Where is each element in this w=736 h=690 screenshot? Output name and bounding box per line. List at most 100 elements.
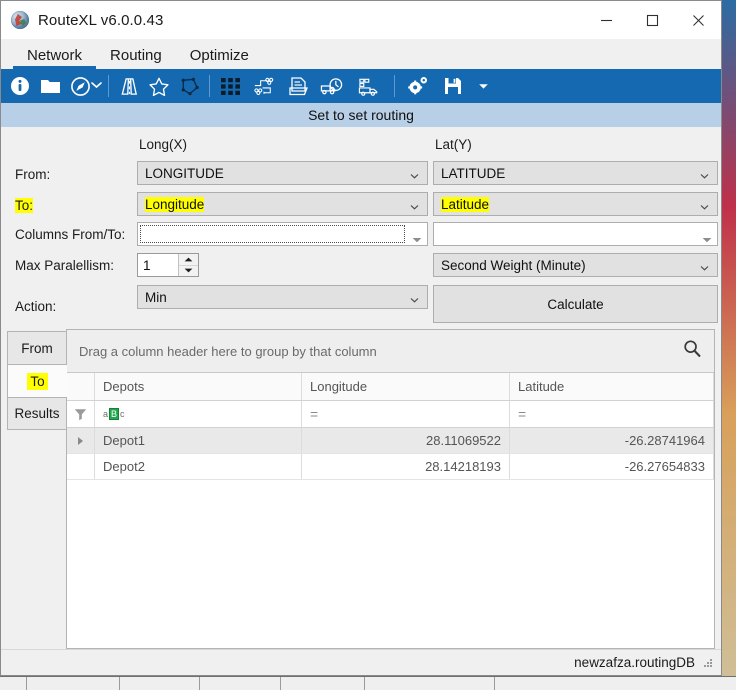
chevron-down-icon (700, 200, 709, 210)
cell-depots: Depot1 (95, 428, 302, 453)
columns-from-to-left-input[interactable] (137, 222, 428, 246)
menu-item-routing[interactable]: Routing (96, 46, 176, 69)
column-header-long: Long(X) (139, 137, 188, 152)
data-grid-area: From To Results Drag a column header her… (1, 325, 721, 649)
grid-indicator-header (67, 373, 95, 400)
menu-item-network-label: Network (27, 47, 83, 64)
to-label: To: (15, 198, 34, 213)
row-indicator (67, 454, 95, 479)
grid-tab-from-label: From (21, 340, 53, 356)
from-latitude-value: LATITUDE (441, 165, 506, 181)
to-latitude-select[interactable]: Latitude (433, 192, 718, 216)
truck-clock-icon[interactable] (313, 71, 351, 101)
chevron-down-icon (410, 169, 419, 179)
open-folder-icon[interactable] (35, 71, 65, 101)
polygon-icon[interactable] (174, 71, 204, 101)
weight-value: Second Weight (Minute) (441, 257, 586, 273)
columns-from-to-right-input[interactable] (433, 222, 718, 246)
weight-select[interactable]: Second Weight (Minute) (433, 253, 718, 277)
truck-delivery-icon[interactable] (351, 71, 389, 101)
settings-gear-icon[interactable] (400, 71, 438, 101)
grid-tab-results[interactable]: Results (7, 397, 67, 430)
panel-title-bar: Set to set routing (1, 103, 721, 127)
star-icon[interactable] (144, 71, 174, 101)
action-select[interactable]: Min (137, 285, 428, 309)
from-latitude-select[interactable]: LATITUDE (433, 161, 718, 185)
row-indicator (67, 428, 95, 453)
filter-depots[interactable]: aBc (95, 401, 302, 427)
column-header-latitude[interactable]: Latitude (510, 373, 714, 400)
chevron-down-icon (700, 169, 709, 179)
routing-form: Long(X) Lat(Y) From: LONGITUDE LATITUDE … (1, 127, 721, 325)
to-latitude-value: Latitude (441, 196, 490, 212)
data-grid: Drag a column header here to group by th… (66, 329, 715, 649)
grid-tab-to[interactable]: To (7, 364, 67, 397)
network-nodes-icon[interactable] (245, 71, 283, 101)
cell-longitude: 28.11069522 (302, 428, 510, 453)
calculate-button[interactable]: Calculate (433, 285, 718, 323)
cell-longitude: 28.14218193 (302, 454, 510, 479)
grid-empty-area (67, 480, 714, 648)
magnifier-icon[interactable] (682, 339, 702, 364)
close-button[interactable] (675, 1, 721, 39)
chevron-down-icon (410, 293, 419, 303)
to-longitude-value: Longitude (145, 196, 205, 212)
group-by-panel[interactable]: Drag a column header here to group by th… (67, 330, 714, 373)
column-header-longitude[interactable]: Longitude (302, 373, 510, 400)
row-current-arrow-icon (78, 436, 83, 445)
cell-latitude: -26.27654833 (510, 454, 714, 479)
from-longitude-select[interactable]: LONGITUDE (137, 161, 428, 185)
to-longitude-select[interactable]: Longitude (137, 192, 428, 216)
panel-title: Set to set routing (308, 107, 414, 123)
from-label: From: (15, 167, 51, 182)
menu-item-optimize-label: Optimize (189, 47, 249, 64)
group-by-hint: Drag a column header here to group by th… (79, 343, 377, 359)
chevron-down-icon[interactable] (89, 81, 103, 91)
grid-tab-strip: From To Results (7, 329, 67, 649)
grid-tab-to-label: To (27, 372, 48, 390)
info-icon[interactable] (5, 71, 35, 101)
maximize-button[interactable] (629, 1, 675, 39)
chevron-down-icon (700, 261, 709, 271)
table-row[interactable]: Depot2 28.14218193 -26.27654833 (67, 454, 714, 480)
filter-latitude[interactable]: = (510, 401, 714, 427)
funnel-icon[interactable] (67, 401, 95, 427)
from-longitude-value: LONGITUDE (145, 165, 224, 181)
title-bar: RouteXL v6.0.0.43 (1, 1, 721, 39)
grid-filter-row: aBc = = (67, 401, 714, 428)
grid-tab-from[interactable]: From (7, 331, 67, 364)
toolbar-separator (394, 75, 395, 97)
matrix-grid-icon[interactable] (215, 71, 245, 101)
overflow-caret-icon[interactable] (468, 71, 498, 101)
max-parallelism-stepper[interactable]: 1 (137, 253, 199, 277)
chevron-down-icon (410, 200, 419, 210)
window-controls (583, 1, 721, 39)
window-title: RouteXL v6.0.0.43 (38, 11, 164, 29)
globe-icon (11, 11, 29, 29)
dropdown-caret-icon[interactable] (412, 231, 422, 243)
stepper-up-button[interactable] (179, 254, 198, 265)
stepper-down-button[interactable] (179, 264, 198, 277)
filter-longitude-op: = (310, 406, 318, 422)
toolbar (1, 69, 721, 103)
column-header-depots[interactable]: Depots (95, 373, 302, 400)
filter-latitude-op: = (518, 406, 526, 422)
resize-grip-icon[interactable] (703, 658, 713, 668)
status-bar: newzafza.routingDB (1, 649, 721, 675)
toolbar-separator (209, 75, 210, 97)
menu-item-network[interactable]: Network (13, 46, 97, 69)
table-row[interactable]: Depot1 28.11069522 -26.28741964 (67, 428, 714, 454)
filter-longitude[interactable]: = (302, 401, 510, 427)
menu-bar: Network Routing Optimize (1, 39, 721, 69)
minimize-button[interactable] (583, 1, 629, 39)
save-disk-icon[interactable] (438, 71, 468, 101)
dropdown-caret-icon[interactable] (702, 231, 712, 243)
road-icon[interactable] (114, 71, 144, 101)
focus-outline (140, 225, 405, 243)
columns-from-to-label: Columns From/To: (15, 227, 126, 242)
menu-item-optimize[interactable]: Optimize (176, 46, 263, 69)
cell-depots: Depot2 (95, 454, 302, 479)
document-folder-icon[interactable] (283, 71, 313, 101)
desktop-taskbar (0, 676, 736, 690)
cell-latitude: -26.28741964 (510, 428, 714, 453)
